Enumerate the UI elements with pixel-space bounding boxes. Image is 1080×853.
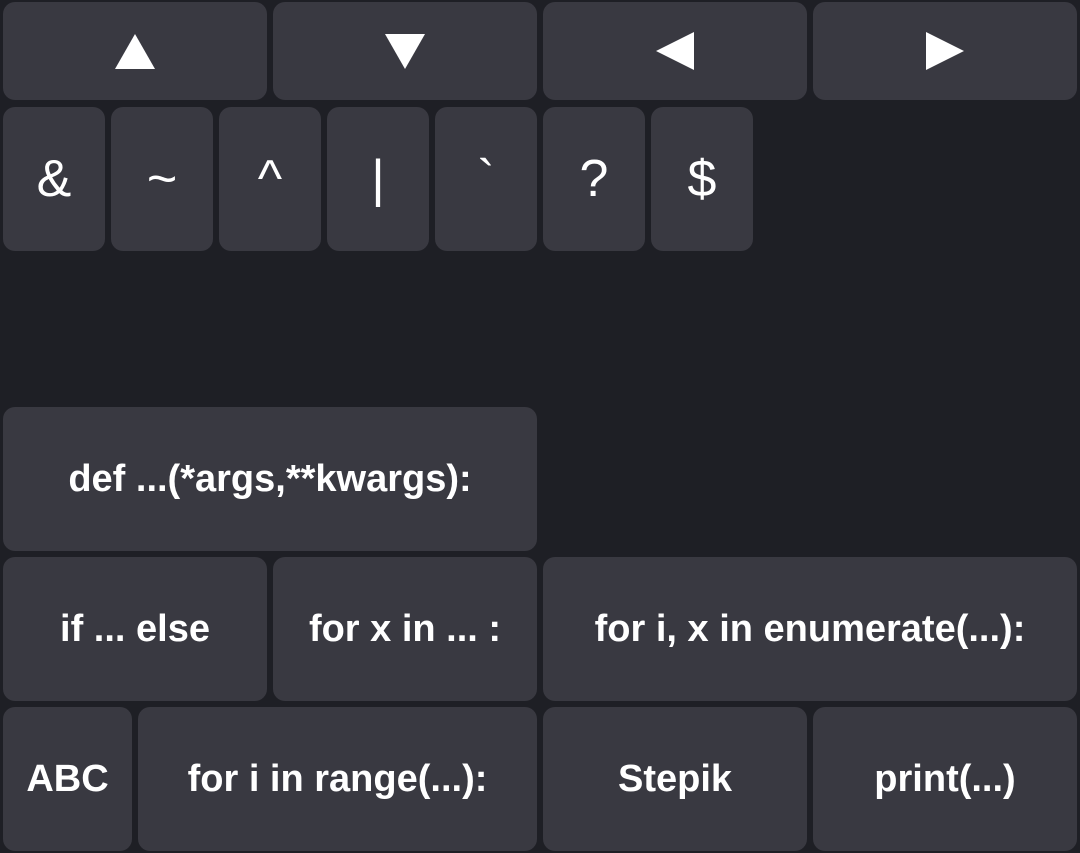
for-range-snippet-key[interactable]: for i in range(...): bbox=[138, 707, 537, 851]
up-arrow-icon bbox=[115, 33, 155, 69]
def-snippet-key[interactable]: def ...(*args,**kwargs): bbox=[3, 407, 537, 551]
caret-key[interactable]: ^ bbox=[219, 107, 321, 251]
arrow-left-key[interactable] bbox=[543, 2, 807, 100]
down-arrow-icon bbox=[385, 33, 425, 69]
backtick-key[interactable]: ` bbox=[435, 107, 537, 251]
stepik-key[interactable]: Stepik bbox=[543, 707, 807, 851]
for-enumerate-snippet-key[interactable]: for i, x in enumerate(...): bbox=[543, 557, 1077, 701]
print-snippet-key[interactable]: print(...) bbox=[813, 707, 1077, 851]
dollar-key[interactable]: $ bbox=[651, 107, 753, 251]
arrow-down-key[interactable] bbox=[273, 2, 537, 100]
abc-keyboard-switch-key[interactable]: ABC bbox=[3, 707, 132, 851]
right-arrow-icon bbox=[926, 32, 964, 70]
ampersand-key[interactable]: & bbox=[3, 107, 105, 251]
left-arrow-icon bbox=[656, 32, 694, 70]
for-x-in-snippet-key[interactable]: for x in ... : bbox=[273, 557, 537, 701]
extra-keyboard: & ~ ^ | ` ? $ def ...(*args,**kwargs): i… bbox=[0, 0, 1080, 853]
arrow-up-key[interactable] bbox=[3, 2, 267, 100]
arrow-right-key[interactable] bbox=[813, 2, 1077, 100]
pipe-key[interactable]: | bbox=[327, 107, 429, 251]
if-else-snippet-key[interactable]: if ... else bbox=[3, 557, 267, 701]
question-mark-key[interactable]: ? bbox=[543, 107, 645, 251]
tilde-key[interactable]: ~ bbox=[111, 107, 213, 251]
